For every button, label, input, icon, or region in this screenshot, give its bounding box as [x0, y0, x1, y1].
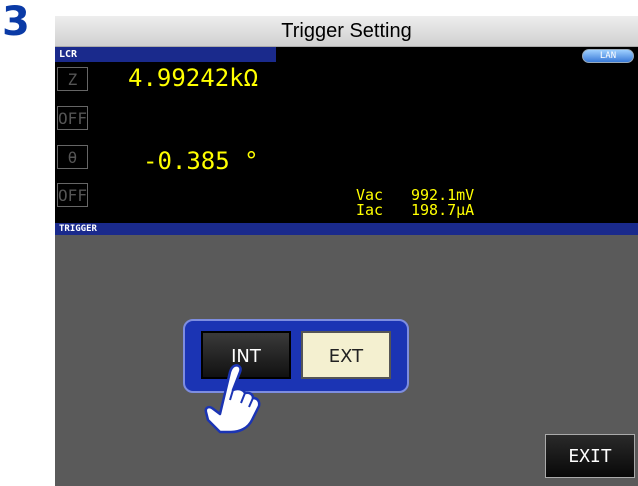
- param1-box[interactable]: Z: [57, 67, 88, 91]
- param3-value: -0.385 °: [143, 147, 259, 175]
- step-number: 3: [2, 0, 30, 45]
- iac-label: Iac: [356, 201, 384, 219]
- pointing-hand-icon: [204, 364, 261, 434]
- param1-value: 4.99242kΩ: [128, 64, 259, 92]
- ext-trigger-button[interactable]: EXT: [301, 331, 391, 379]
- mode-label: LCR: [55, 47, 276, 62]
- iac-value: 198.7μA: [411, 201, 475, 219]
- lan-indicator: LAN: [582, 49, 634, 63]
- instrument-screen: LCR LAN Z 4.99242kΩ OFF θ -0.385 ° OFF V…: [55, 47, 638, 486]
- param4-box[interactable]: OFF: [57, 183, 88, 207]
- trigger-section-label: TRIGGER: [55, 223, 638, 235]
- param3-box[interactable]: θ: [57, 145, 88, 169]
- trigger-panel: INT EXT EXIT: [55, 235, 638, 486]
- exit-button[interactable]: EXIT: [545, 434, 635, 478]
- param2-box[interactable]: OFF: [57, 106, 88, 130]
- screen-title: Trigger Setting: [55, 16, 638, 47]
